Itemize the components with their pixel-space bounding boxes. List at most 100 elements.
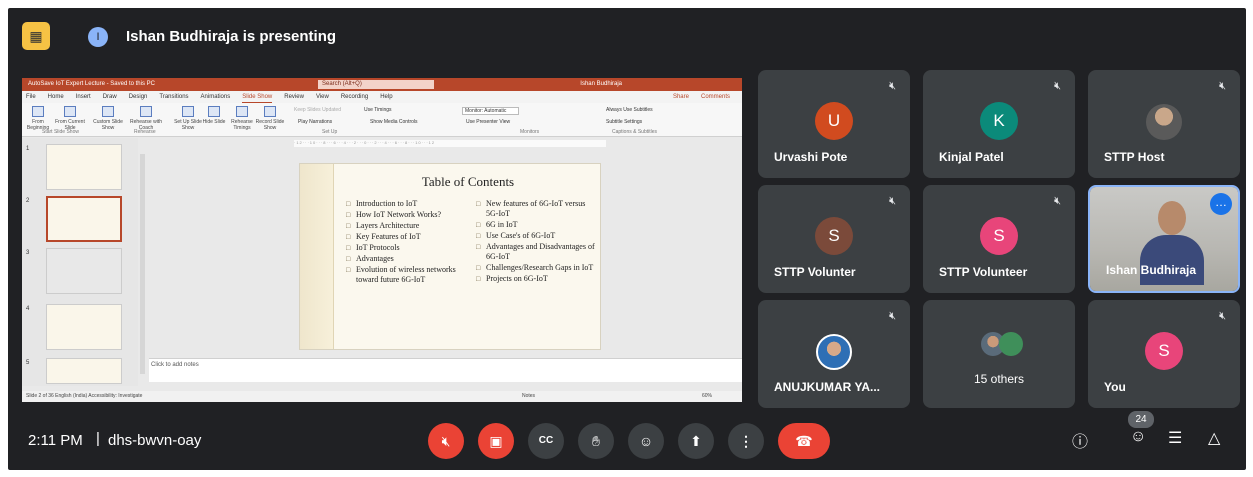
ppt-group-label: Captions & Subtitles bbox=[612, 129, 658, 135]
slide-bullet: Introduction to IoT bbox=[346, 199, 466, 209]
chat-icon[interactable]: ☰ bbox=[1168, 428, 1182, 448]
participant-tile[interactable]: 🔇︎ S STTP Volunteer bbox=[923, 185, 1075, 293]
slide-thumbnail bbox=[46, 358, 122, 384]
participant-photo bbox=[1146, 104, 1182, 140]
more-options-icon[interactable]: … bbox=[1210, 193, 1232, 215]
ppt-show-media: Show Media Controls bbox=[370, 119, 418, 125]
presenting-label: Ishan Budhiraja is presenting bbox=[126, 28, 337, 45]
ppt-tab: Help bbox=[380, 94, 393, 100]
mic-off-icon: 🔇︎ bbox=[1054, 80, 1061, 92]
person-face bbox=[1158, 201, 1186, 235]
others-count: 15 others bbox=[973, 372, 1025, 386]
slide-bullet: Advantages bbox=[346, 254, 466, 264]
mic-off-icon: 🔇︎ bbox=[889, 195, 896, 207]
shared-screen: AutoSave IoT Expert Lecture - Saved to t… bbox=[22, 78, 742, 402]
thumb-number: 4 bbox=[26, 306, 30, 312]
ppt-user-name: Ishan Budhiraja bbox=[580, 81, 622, 87]
ppt-search-box: Search (Alt+Q) bbox=[318, 80, 434, 89]
ppt-ribbon: From Beginning From Current Slide Custom… bbox=[22, 103, 742, 137]
people-icon[interactable]: ☺︎ bbox=[1130, 428, 1146, 446]
ppt-use-timings: Use Timings bbox=[364, 107, 392, 113]
slide-bullet: Use Case's of 6G-IoT bbox=[476, 231, 596, 241]
ppt-status-text: Slide 2 of 36 English (India) Accessibil… bbox=[26, 393, 143, 399]
thumb-number: 5 bbox=[26, 360, 30, 366]
participant-avatar: S bbox=[815, 217, 853, 255]
others-tile[interactable]: 15 others bbox=[923, 300, 1075, 408]
ppt-tab: Draw bbox=[102, 94, 117, 100]
presentation-icon[interactable]: ▦ bbox=[22, 22, 50, 50]
slide-right-column: New features of 6G-IoT versus 5G-IoT 6G … bbox=[476, 199, 596, 285]
clock: 2:11 PM bbox=[28, 432, 83, 449]
slide-decoration bbox=[300, 164, 334, 349]
participant-tile[interactable]: 🔇︎ K Kinjal Patel bbox=[923, 70, 1075, 178]
ppt-monitor-select: Monitor: Automatic bbox=[462, 107, 520, 115]
ppt-group-label: Start Slide Show bbox=[42, 129, 79, 135]
participant-name: Kinjal Patel bbox=[939, 150, 1004, 164]
participant-name: STTP Host bbox=[1104, 150, 1165, 164]
thumb-number: 3 bbox=[26, 250, 30, 256]
ppt-title-bar: AutoSave IoT Expert Lecture - Saved to t… bbox=[22, 78, 742, 91]
slide-bullet: Layers Architecture bbox=[346, 221, 466, 231]
ppt-always-subtitles: Always Use Subtitles bbox=[606, 107, 653, 113]
more-options-button[interactable]: ⋮ bbox=[728, 423, 764, 459]
participant-avatar: S bbox=[980, 217, 1018, 255]
ppt-subtitle-settings: Subtitle Settings bbox=[606, 119, 643, 125]
ppt-document-title: AutoSave IoT Expert Lecture - Saved to t… bbox=[28, 81, 155, 87]
ppt-thumbnail-pane: 1 2 3 4 5 bbox=[22, 138, 138, 386]
activities-icon[interactable]: △ bbox=[1208, 428, 1220, 448]
participant-avatar: U bbox=[815, 102, 853, 140]
captions-button[interactable]: CC bbox=[528, 423, 564, 459]
top-bar: ▦ I Ishan Budhiraja is presenting bbox=[8, 8, 1246, 66]
participant-tile[interactable]: 🔇︎ S STTP Volunter bbox=[758, 185, 910, 293]
slide-bullet: New features of 6G-IoT versus 5G-IoT bbox=[476, 199, 596, 219]
slide-bullet: Projects on 6G-IoT bbox=[476, 274, 596, 284]
participant-photo bbox=[816, 334, 852, 370]
ppt-notes-button: Notes bbox=[522, 393, 536, 399]
ppt-group-label: Rehearse bbox=[134, 129, 156, 135]
presenter-video-tile[interactable]: … Ishan Budhiraja bbox=[1088, 185, 1240, 293]
ppt-tab: File bbox=[26, 94, 36, 100]
info-icon[interactable]: ⓘ bbox=[1072, 428, 1088, 452]
participant-avatar: S bbox=[1145, 332, 1183, 370]
slide-bullet: Advantages and Disadvantages of 6G-IoT bbox=[476, 242, 596, 262]
current-slide: Table of Contents Introduction to IoT Ho… bbox=[299, 163, 601, 350]
raise-hand-button[interactable]: ✋︎ bbox=[578, 423, 614, 459]
slide-thumbnail-selected bbox=[46, 196, 122, 242]
slide-bullet: Key Features of IoT bbox=[346, 232, 466, 242]
ppt-zoom-level: 60% bbox=[702, 393, 713, 399]
ppt-tab: Animations bbox=[200, 94, 231, 100]
ppt-rehearse-coach: Rehearse with Coach bbox=[130, 106, 162, 131]
ppt-tab: Insert bbox=[75, 94, 91, 100]
participant-count-badge: 24 bbox=[1128, 411, 1154, 428]
slide-thumbnail bbox=[46, 144, 122, 190]
meet-window: ▦ I Ishan Budhiraja is presenting AutoSa… bbox=[8, 8, 1246, 470]
ppt-custom-show: Custom Slide Show bbox=[92, 106, 124, 131]
mic-off-icon: 🔇︎ bbox=[1054, 195, 1061, 207]
self-tile[interactable]: 🔇︎ S You bbox=[1088, 300, 1240, 408]
mic-off-button[interactable]: 🔇︎ bbox=[428, 423, 464, 459]
participant-tile[interactable]: 🔇︎ ANUJKUMAR YA... bbox=[758, 300, 910, 408]
ppt-share: Share bbox=[672, 94, 689, 100]
slide-thumbnail bbox=[46, 304, 122, 350]
ppt-notes-pane: Click to add notes bbox=[149, 358, 742, 382]
ppt-group-label: Monitors bbox=[520, 129, 540, 135]
mic-off-icon: 🔇︎ bbox=[889, 80, 896, 92]
ppt-tab: Recording bbox=[340, 94, 369, 100]
emoji-button[interactable]: ☺︎ bbox=[628, 423, 664, 459]
ppt-play-narrations: Play Narrations bbox=[298, 119, 333, 125]
slide-bullet: Challenges/Research Gaps in IoT bbox=[476, 263, 596, 273]
slide-bullet: IoT Protocols bbox=[346, 243, 466, 253]
meeting-code: dhs-bwvn-oay bbox=[108, 432, 202, 449]
thumb-number: 2 bbox=[26, 198, 30, 204]
participant-tile[interactable]: 🔇︎ STTP Host bbox=[1088, 70, 1240, 178]
slide-title: Table of Contents bbox=[421, 174, 515, 189]
participant-tile[interactable]: 🔇︎ U Urvashi Pote bbox=[758, 70, 910, 178]
separator: | bbox=[96, 430, 100, 447]
leave-call-button[interactable]: ☎︎ bbox=[778, 423, 830, 459]
ppt-tab: Transitions bbox=[159, 94, 189, 100]
camera-off-button[interactable]: ▣ bbox=[478, 423, 514, 459]
present-now-button[interactable]: ⬆︎ bbox=[678, 423, 714, 459]
ppt-tab: View bbox=[315, 94, 329, 100]
ppt-presenter-view: Use Presenter View bbox=[466, 119, 511, 125]
participant-name: Ishan Budhiraja bbox=[1106, 263, 1197, 277]
